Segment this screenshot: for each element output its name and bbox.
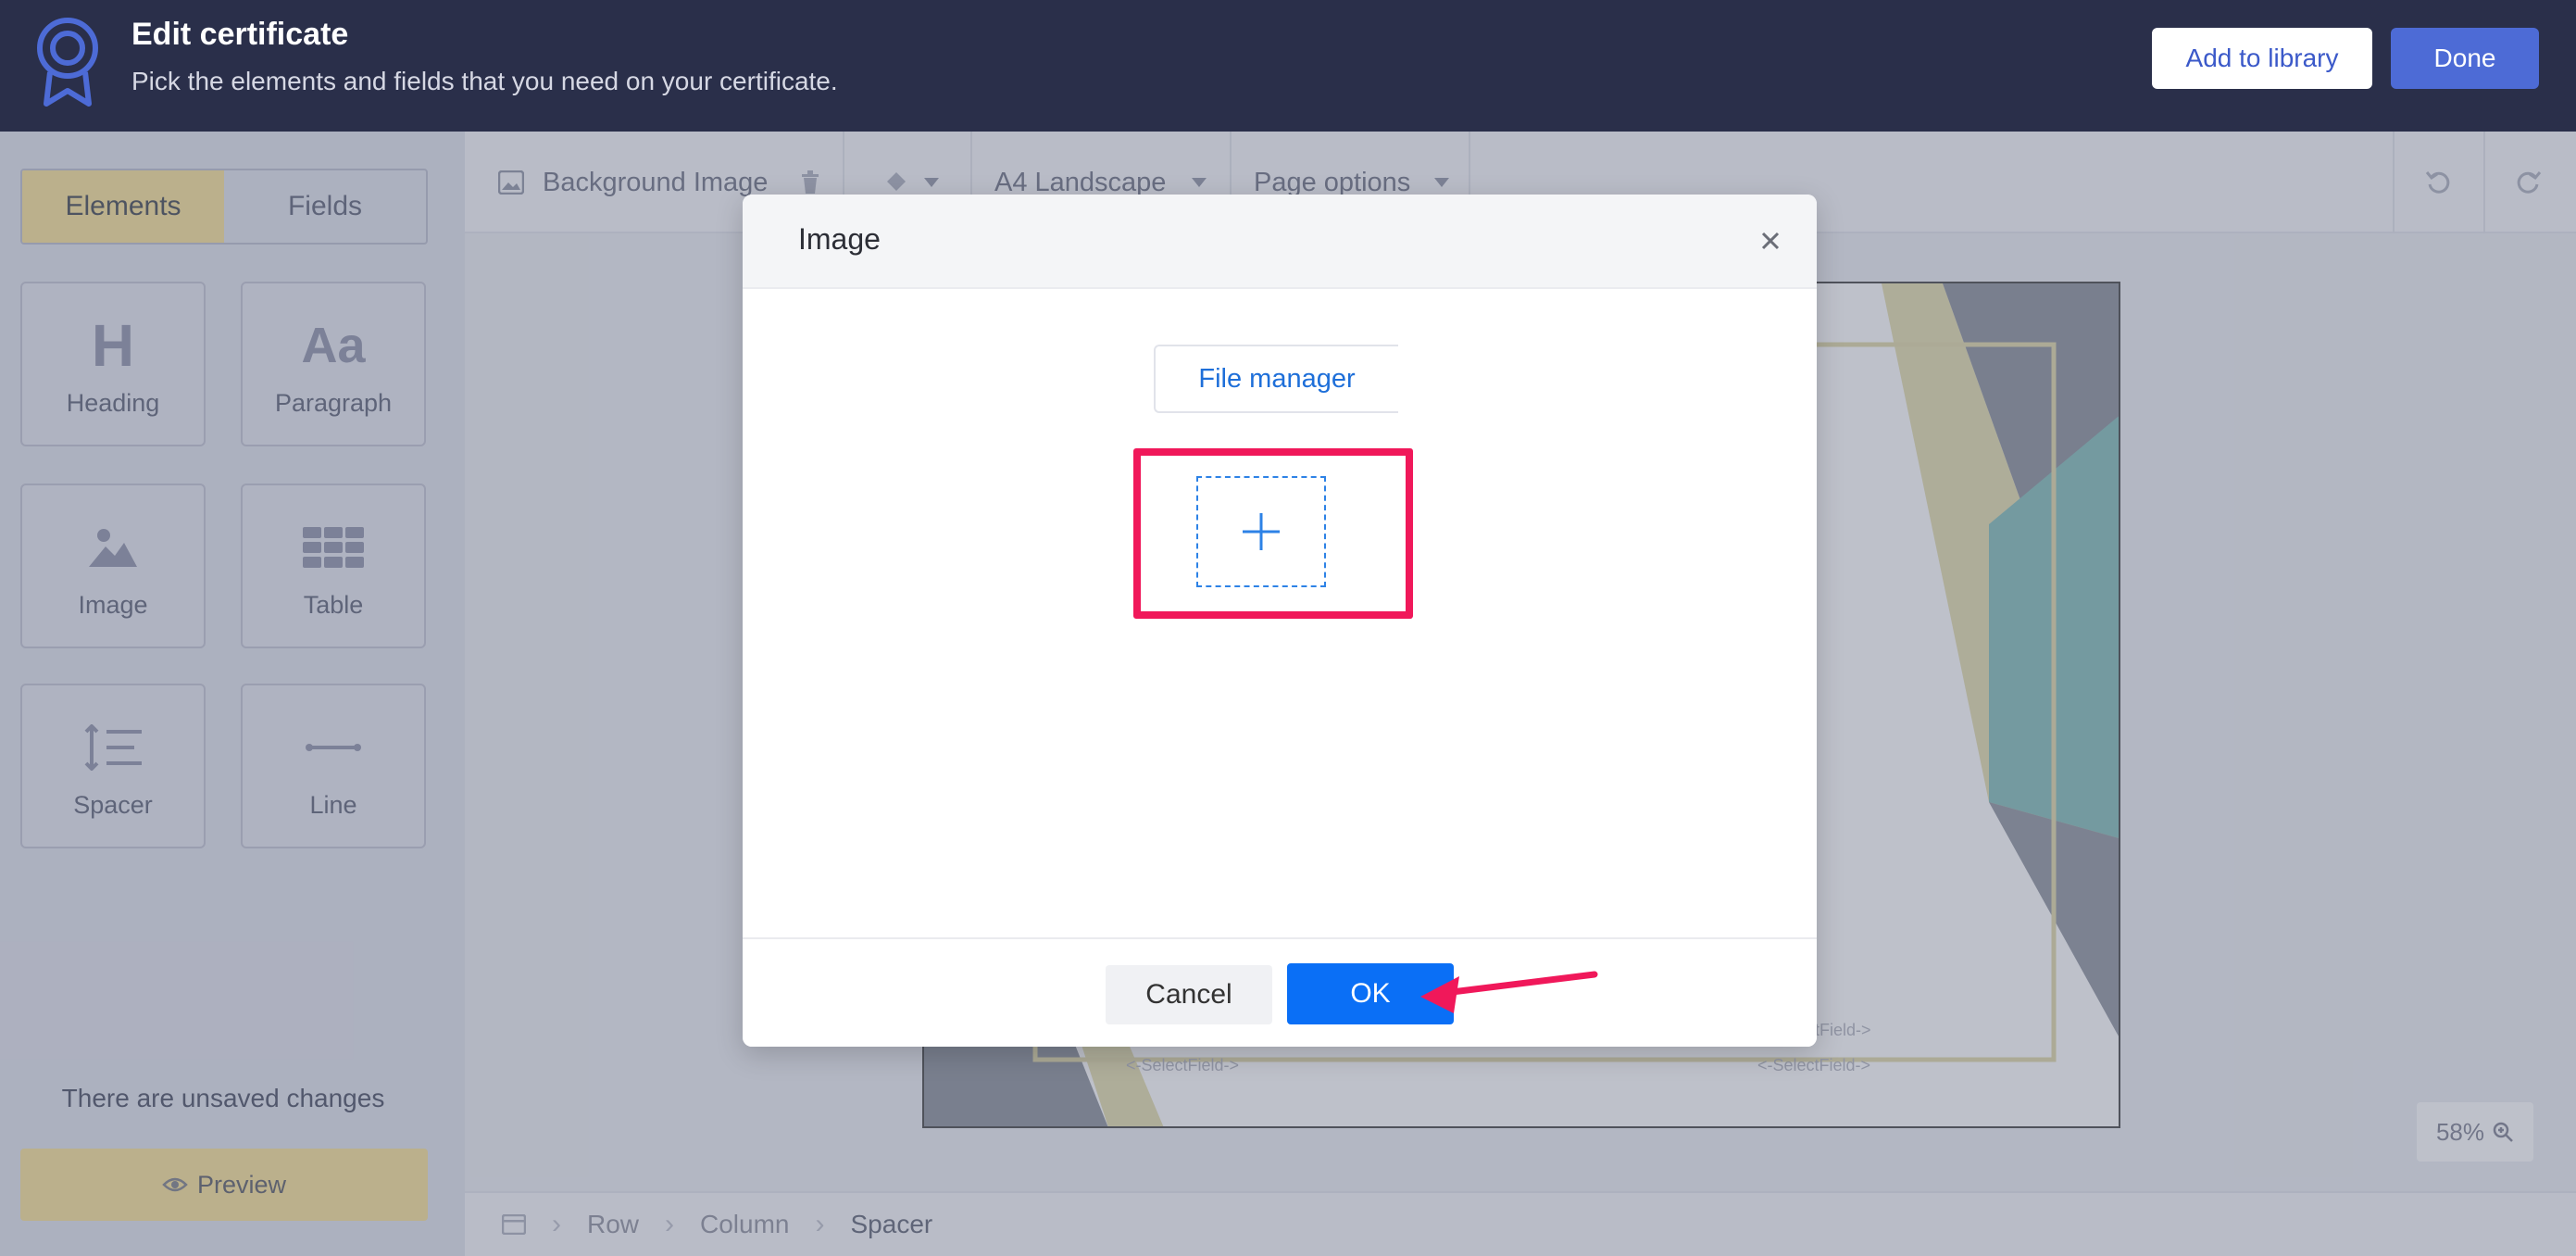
- image-dialog: Image File manager Cancel OK: [743, 195, 1817, 1047]
- close-icon[interactable]: [1752, 222, 1789, 259]
- done-button[interactable]: Done: [2391, 28, 2539, 89]
- upload-image-dropzone[interactable]: [1196, 476, 1326, 587]
- dialog-title: Image: [798, 222, 881, 256]
- page-title: Edit certificate: [131, 17, 349, 52]
- plus-icon: [1243, 513, 1280, 550]
- page-subtitle: Pick the elements and fields that you ne…: [131, 67, 838, 95]
- dialog-header: Image: [743, 195, 1817, 289]
- dialog-footer: Cancel OK: [743, 937, 1817, 1047]
- header-bar: Edit certificate Pick the elements and f…: [0, 0, 2576, 132]
- arrow-annotation-icon: [1420, 971, 1598, 1013]
- file-manager-button[interactable]: File manager: [1154, 345, 1398, 413]
- award-badge-icon: [37, 18, 98, 107]
- cancel-button[interactable]: Cancel: [1106, 965, 1272, 1024]
- add-to-library-button[interactable]: Add to library: [2152, 28, 2372, 89]
